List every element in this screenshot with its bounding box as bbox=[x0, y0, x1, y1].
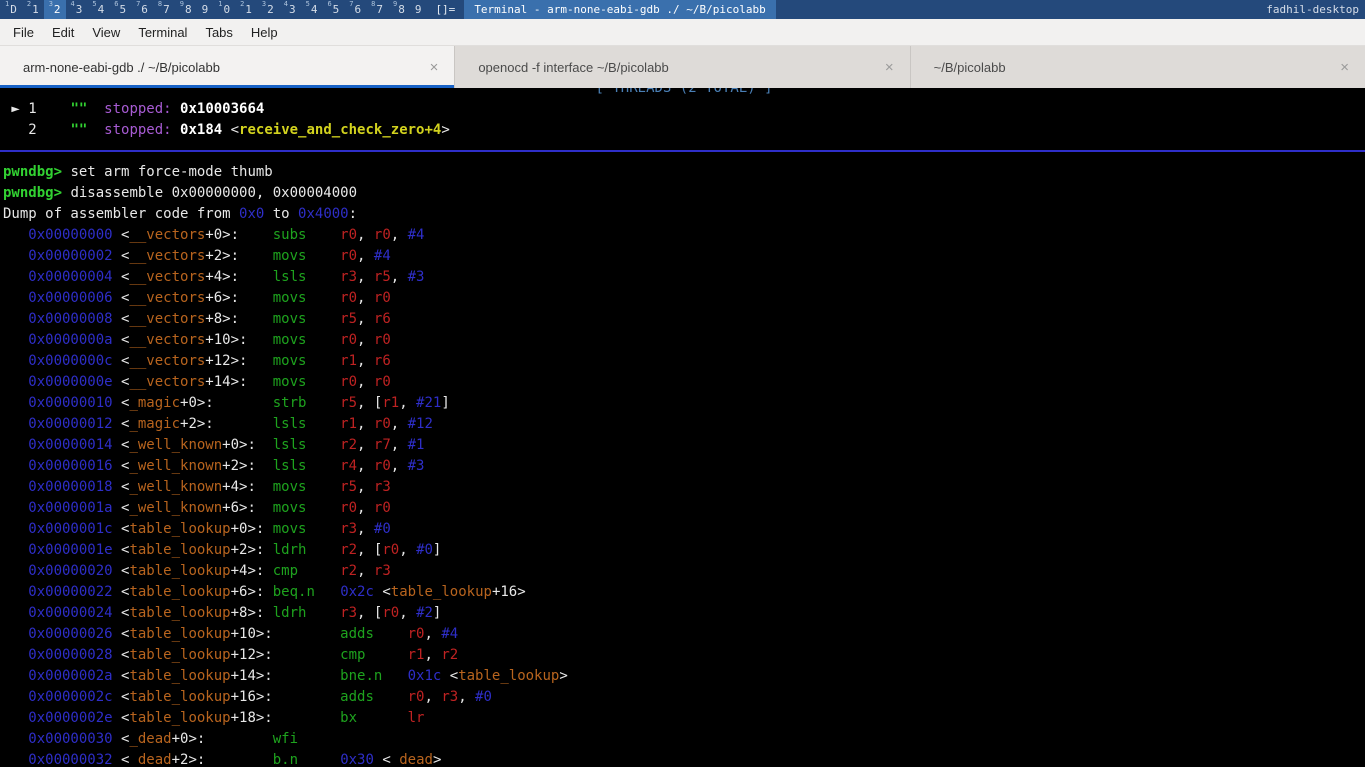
workspace-tag[interactable]: 54 bbox=[87, 0, 109, 19]
tag-client-indicator: 8 bbox=[371, 1, 375, 8]
tag-client-indicator: 3 bbox=[49, 1, 53, 8]
workspace-tag[interactable]: 1D bbox=[0, 0, 22, 19]
terminal-line: 2 "" stopped: 0x184 <receive_and_check_z… bbox=[3, 120, 1365, 141]
tab-title: openocd -f interface ~/B/picolabb bbox=[478, 60, 668, 75]
menu-view[interactable]: View bbox=[83, 21, 129, 44]
terminal-output[interactable]: ────[ THREADS (2 TOTAL) ]──── ► 1 "" sto… bbox=[0, 88, 1365, 767]
terminal-line: 0x0000001a <_well_known+6>: movs r0, r0 bbox=[3, 498, 1365, 519]
tab-openocd[interactable]: openocd -f interface ~/B/picolabb × bbox=[455, 46, 910, 88]
workspace-tags: 1D213243546576879891021324354657687989 bbox=[0, 0, 426, 19]
terminal-divider bbox=[3, 141, 1365, 162]
menu-edit[interactable]: Edit bbox=[43, 21, 83, 44]
tag-client-indicator: 2 bbox=[240, 1, 244, 8]
terminal-line: 0x00000014 <_well_known+0>: lsls r2, r7,… bbox=[3, 435, 1365, 456]
workspace-tag[interactable]: 98 bbox=[388, 0, 410, 19]
terminal-line: 0x00000022 <table_lookup+6>: beq.n 0x2c … bbox=[3, 582, 1365, 603]
screen: 1D213243546576879891021324354657687989 [… bbox=[0, 0, 1365, 767]
tabbar: arm-none-eabi-gdb ./ ~/B/picolabb × open… bbox=[0, 46, 1365, 88]
terminal-line: 0x00000026 <table_lookup+10>: adds r0, #… bbox=[3, 624, 1365, 645]
workspace-tag[interactable]: 76 bbox=[344, 0, 366, 19]
workspace-tag[interactable]: 76 bbox=[131, 0, 153, 19]
workspace-tag[interactable]: 21 bbox=[235, 0, 257, 19]
workspace-tag[interactable]: 32 bbox=[257, 0, 279, 19]
workspace-tag[interactable]: 65 bbox=[322, 0, 344, 19]
terminal-line: 0x0000002e <table_lookup+18>: bx lr bbox=[3, 708, 1365, 729]
workspace-tag[interactable]: 43 bbox=[279, 0, 301, 19]
tag-client-indicator: 1 bbox=[218, 1, 222, 8]
tag-client-indicator: 6 bbox=[327, 1, 331, 8]
taskbar-spacer bbox=[776, 0, 1261, 19]
terminal-line: pwndbg> disassemble 0x00000000, 0x000040… bbox=[3, 183, 1365, 204]
tab-close-icon[interactable]: × bbox=[418, 60, 439, 75]
terminal-line: 0x00000028 <table_lookup+12>: cmp r1, r2 bbox=[3, 645, 1365, 666]
menubar: FileEditViewTerminalTabsHelp bbox=[0, 19, 1365, 46]
workspace-tag[interactable]: 9 bbox=[197, 0, 214, 19]
tab-title: arm-none-eabi-gdb ./ ~/B/picolabb bbox=[23, 60, 220, 75]
tab-shell[interactable]: ~/B/picolabb × bbox=[911, 46, 1365, 88]
tag-client-indicator: 5 bbox=[92, 1, 96, 8]
tab-gdb[interactable]: arm-none-eabi-gdb ./ ~/B/picolabb × bbox=[0, 46, 455, 88]
terminal-line: 0x0000000c <__vectors+12>: movs r1, r6 bbox=[3, 351, 1365, 372]
taskbar: 1D213243546576879891021324354657687989 [… bbox=[0, 0, 1365, 19]
workspace-tag[interactable]: 54 bbox=[301, 0, 323, 19]
terminal-line: 0x00000030 <_dead+0>: wfi bbox=[3, 729, 1365, 750]
tag-client-indicator: 9 bbox=[180, 1, 184, 8]
workspace-tag[interactable]: 9 bbox=[410, 0, 427, 19]
tag-client-indicator: 7 bbox=[136, 1, 140, 8]
taskbar-window-title[interactable]: Terminal - arm-none-eabi-gdb ./ ~/B/pico… bbox=[464, 0, 775, 19]
menu-tabs[interactable]: Tabs bbox=[196, 21, 241, 44]
terminal-line: 0x00000004 <__vectors+4>: lsls r3, r5, #… bbox=[3, 267, 1365, 288]
menu-help[interactable]: Help bbox=[242, 21, 287, 44]
terminal-line: 0x00000032 <_dead+2>: b.n 0x30 <_dead> bbox=[3, 750, 1365, 767]
terminal-line: 0x00000016 <_well_known+2>: lsls r4, r0,… bbox=[3, 456, 1365, 477]
tag-client-indicator: 1 bbox=[5, 1, 9, 8]
terminal-line: 0x0000000a <__vectors+10>: movs r0, r0 bbox=[3, 330, 1365, 351]
workspace-tag[interactable]: 65 bbox=[109, 0, 131, 19]
terminal-line: 0x00000012 <_magic+2>: lsls r1, r0, #12 bbox=[3, 414, 1365, 435]
menu-file[interactable]: File bbox=[4, 21, 43, 44]
workspace-tag[interactable]: 10 bbox=[213, 0, 235, 19]
menu-terminal[interactable]: Terminal bbox=[129, 21, 196, 44]
tag-client-indicator: 9 bbox=[393, 1, 397, 8]
terminal-line: 0x00000018 <_well_known+4>: movs r5, r3 bbox=[3, 477, 1365, 498]
terminal-line: 0x00000024 <table_lookup+8>: ldrh r3, [r… bbox=[3, 603, 1365, 624]
tab-title: ~/B/picolabb bbox=[934, 60, 1006, 75]
hostname: fadhil-desktop bbox=[1260, 0, 1365, 19]
workspace-tag[interactable]: 21 bbox=[22, 0, 44, 19]
tab-close-icon[interactable]: × bbox=[1328, 60, 1349, 75]
workspace-tag[interactable]: 87 bbox=[153, 0, 175, 19]
workspace-tag[interactable]: 43 bbox=[66, 0, 88, 19]
tag-client-indicator: 8 bbox=[158, 1, 162, 8]
terminal-line: ────[ THREADS (2 TOTAL) ]──── bbox=[3, 88, 1365, 99]
terminal-line: 0x00000020 <table_lookup+4>: cmp r2, r3 bbox=[3, 561, 1365, 582]
tag-client-indicator: 6 bbox=[114, 1, 118, 8]
layout-indicator[interactable]: []= bbox=[426, 0, 464, 19]
terminal-line: 0x00000000 <__vectors+0>: subs r0, r0, #… bbox=[3, 225, 1365, 246]
terminal-line: 0x0000001c <table_lookup+0>: movs r3, #0 bbox=[3, 519, 1365, 540]
terminal-line: 0x0000002c <table_lookup+16>: adds r0, r… bbox=[3, 687, 1365, 708]
terminal-line: 0x0000002a <table_lookup+14>: bne.n 0x1c… bbox=[3, 666, 1365, 687]
terminal-line: 0x00000006 <__vectors+6>: movs r0, r0 bbox=[3, 288, 1365, 309]
terminal-line: 0x00000008 <__vectors+8>: movs r5, r6 bbox=[3, 309, 1365, 330]
terminal-line: ► 1 "" stopped: 0x10003664 bbox=[3, 99, 1365, 120]
workspace-tag[interactable]: 87 bbox=[366, 0, 388, 19]
tag-client-indicator: 4 bbox=[71, 1, 75, 8]
tag-client-indicator: 7 bbox=[349, 1, 353, 8]
tag-client-indicator: 5 bbox=[306, 1, 310, 8]
terminal-line: pwndbg> set arm force-mode thumb bbox=[3, 162, 1365, 183]
tag-client-indicator: 4 bbox=[284, 1, 288, 8]
terminal-line: 0x00000002 <__vectors+2>: movs r0, #4 bbox=[3, 246, 1365, 267]
terminal-line: Dump of assembler code from 0x0 to 0x400… bbox=[3, 204, 1365, 225]
workspace-tag[interactable]: 32 bbox=[44, 0, 66, 19]
workspace-tag[interactable]: 98 bbox=[175, 0, 197, 19]
tab-close-icon[interactable]: × bbox=[873, 60, 894, 75]
terminal-line: 0x00000010 <_magic+0>: strb r5, [r1, #21… bbox=[3, 393, 1365, 414]
terminal-line: 0x0000001e <table_lookup+2>: ldrh r2, [r… bbox=[3, 540, 1365, 561]
tag-client-indicator: 2 bbox=[27, 1, 31, 8]
tag-client-indicator: 3 bbox=[262, 1, 266, 8]
terminal-line: 0x0000000e <__vectors+14>: movs r0, r0 bbox=[3, 372, 1365, 393]
